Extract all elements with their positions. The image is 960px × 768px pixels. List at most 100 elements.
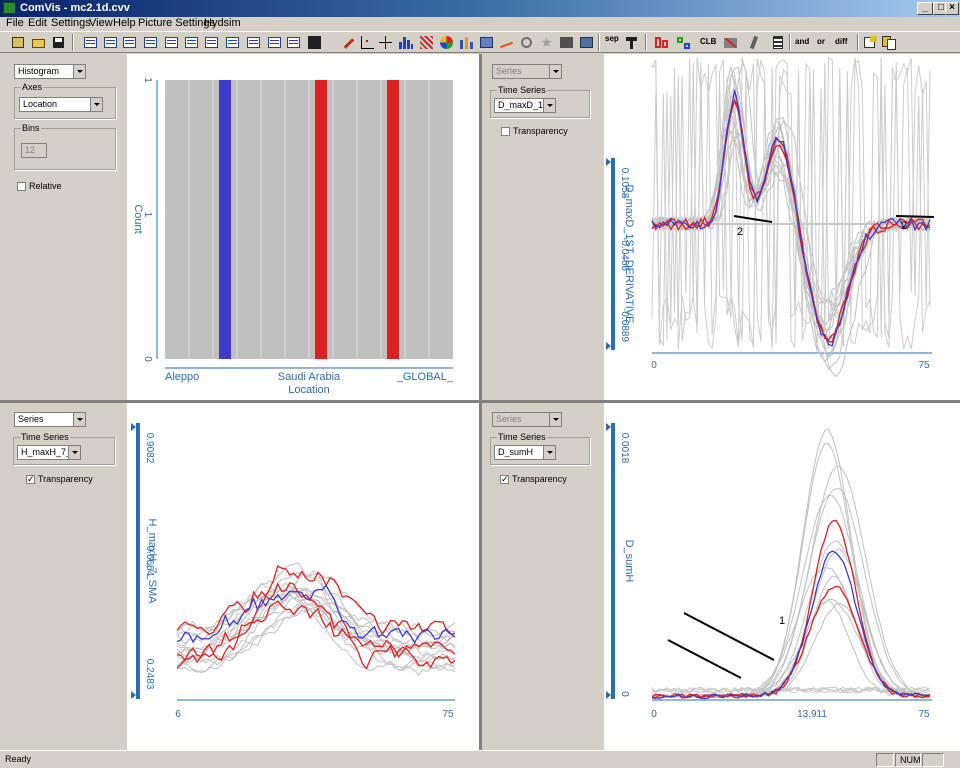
y-tick-label: 0 [619, 691, 630, 697]
toolbar-separator [789, 34, 791, 51]
series-plot-3[interactable]: 0.0018 0 D_sumH 0 13.911 75 1 [604, 403, 960, 750]
crosshair-icon[interactable] [377, 34, 394, 51]
pie-icon[interactable] [438, 34, 455, 51]
x-tick-label: 0 [651, 709, 657, 720]
or-button[interactable]: or [817, 37, 825, 46]
new-icon[interactable] [10, 34, 27, 51]
line-chart-icon[interactable] [498, 34, 515, 51]
x-tick-label: 75 [918, 360, 930, 371]
view-type-select[interactable]: Series [492, 64, 562, 79]
du-view-icon[interactable] [306, 34, 323, 51]
histogram-plot[interactable]: 0 1 1 Count Aleppo Saudi Arabia _GLOBAL_ Locati… [127, 54, 479, 400]
histogram-bar [333, 80, 357, 359]
clear-selection-icon[interactable] [722, 34, 739, 51]
bar-chart-icon[interactable] [458, 34, 475, 51]
menu-edit[interactable]: Edit [28, 17, 47, 30]
x-tick-label: 75 [918, 709, 930, 720]
series-line-context [176, 583, 456, 648]
layout-7-icon[interactable] [203, 34, 220, 51]
menu-settings[interactable]: Settings [51, 17, 91, 30]
time-series-group: Time Series H_maxH_7_S [13, 432, 115, 465]
window-title: ComVis - mc2.1d.cvv [20, 2, 130, 14]
toolbar-separator [645, 34, 647, 51]
scatter-axes-icon[interactable] [358, 34, 375, 51]
layout-5-icon[interactable] [163, 34, 180, 51]
transparency-label: Transparency [512, 474, 567, 484]
histogram-icon[interactable] [397, 34, 414, 51]
red-boxes-icon[interactable] [653, 34, 670, 51]
hammer-icon[interactable] [623, 34, 640, 51]
series-settings-panel-3: Series Time Series D_sumH ✓ Transparency [482, 403, 604, 750]
layout-9-icon[interactable] [245, 34, 262, 51]
layout-3-icon[interactable] [121, 34, 138, 51]
time-series-select[interactable]: D_sumH [494, 445, 556, 460]
view-type-select[interactable]: Histogram [14, 64, 86, 79]
time-series-select[interactable]: H_maxH_7_S [17, 445, 81, 460]
list-icon[interactable] [770, 34, 787, 51]
and-button[interactable]: and [795, 37, 809, 46]
series-chart-3[interactable]: 0.0018 0 D_sumH 0 13.911 75 1 [604, 403, 960, 750]
clb-button[interactable]: CLB [700, 37, 716, 46]
map-icon[interactable] [478, 34, 495, 51]
close-button[interactable]: × [945, 2, 959, 15]
y-axis-handle [606, 423, 611, 431]
x-tick-label: 6 [175, 709, 181, 720]
layout-1-icon[interactable] [82, 34, 99, 51]
menu-file[interactable]: File [6, 17, 24, 30]
toolbar-separator [72, 34, 74, 51]
histogram-bar [219, 80, 231, 359]
pen-icon[interactable] [746, 34, 763, 51]
series-line-context [651, 488, 931, 698]
table-view-icon[interactable] [578, 34, 595, 51]
y-tick-label: 0 [142, 356, 153, 362]
bins-input[interactable]: 12 [21, 143, 47, 158]
menu-hydsim[interactable]: Hydsim [204, 17, 241, 30]
minimize-button[interactable]: _ [917, 2, 933, 15]
export-icon[interactable] [862, 34, 879, 51]
grid-view-icon[interactable] [558, 34, 575, 51]
series-chart-2[interactable]: 0.90820.66640.2483H_maxH_7_SMA6 75 [127, 403, 479, 750]
layout-8-icon[interactable] [224, 34, 241, 51]
time-series-select[interactable]: D_maxD_1S [494, 98, 556, 113]
y-tick-label: 0.2483 [144, 659, 155, 690]
brush-stroke [683, 612, 775, 661]
view-type-select[interactable]: Series [14, 412, 86, 427]
color-boxes-icon[interactable] [675, 34, 692, 51]
transparency-checkbox[interactable]: ✓ [26, 475, 35, 484]
layout-6-icon[interactable] [183, 34, 200, 51]
transparency-checkbox[interactable] [501, 127, 510, 136]
axes-select[interactable]: Location [19, 97, 103, 112]
y-axis-title: H_maxH_7_SMA [146, 519, 158, 605]
layout-11-icon[interactable] [285, 34, 302, 51]
histogram-bar [285, 80, 309, 359]
x-tick-label: Saudi Arabia [278, 371, 341, 383]
view-type-select[interactable]: Series [492, 412, 562, 427]
time-series-group: Time Series D_sumH [490, 432, 590, 465]
brush-annotation: 1 [779, 615, 785, 627]
brush-annotation: 2 [737, 226, 743, 238]
relative-checkbox[interactable] [17, 182, 26, 191]
y-axis-handle [131, 423, 136, 431]
series-plot-2[interactable]: 0.9082 0.6664 0.2483 H_maxH_7_SMA 6 75 [127, 403, 479, 750]
diff-button[interactable]: diff [835, 37, 847, 46]
layout-2-icon[interactable] [102, 34, 119, 51]
parallel-coords-icon[interactable] [418, 34, 435, 51]
layout-4-icon[interactable] [142, 34, 159, 51]
menu-view[interactable]: View [89, 17, 113, 30]
transparency-checkbox[interactable]: ✓ [500, 475, 509, 484]
series-settings-panel-1: Series Time Series D_maxD_1S Transparenc… [482, 54, 604, 400]
histogram-bar [261, 80, 285, 359]
menu-help[interactable]: Help [113, 17, 136, 30]
brush-icon[interactable] [340, 34, 357, 51]
series-chart-1[interactable]: 0.1058-0.0466-0.0889D_maxD_1ST_DERIVATIV… [604, 54, 960, 400]
histogram-chart[interactable]: 011CountAleppo Saudi Arabia _GLOBAL_Locati… [127, 54, 479, 400]
save-icon[interactable] [50, 34, 67, 51]
layout-10-icon[interactable] [266, 34, 283, 51]
series-plot-1[interactable]: 0.1058 -0.0466 -0.0889 D_maxD_1ST_DERIVATIV… [604, 54, 960, 400]
spiral-icon[interactable] [518, 34, 535, 51]
sep-button[interactable]: sep [605, 34, 619, 43]
y-axis-title: D_maxD_1ST_DERIVATIVE [623, 185, 635, 324]
star-icon[interactable] [538, 34, 555, 51]
copy-icon[interactable] [880, 34, 897, 51]
open-folder-icon[interactable] [30, 34, 47, 51]
